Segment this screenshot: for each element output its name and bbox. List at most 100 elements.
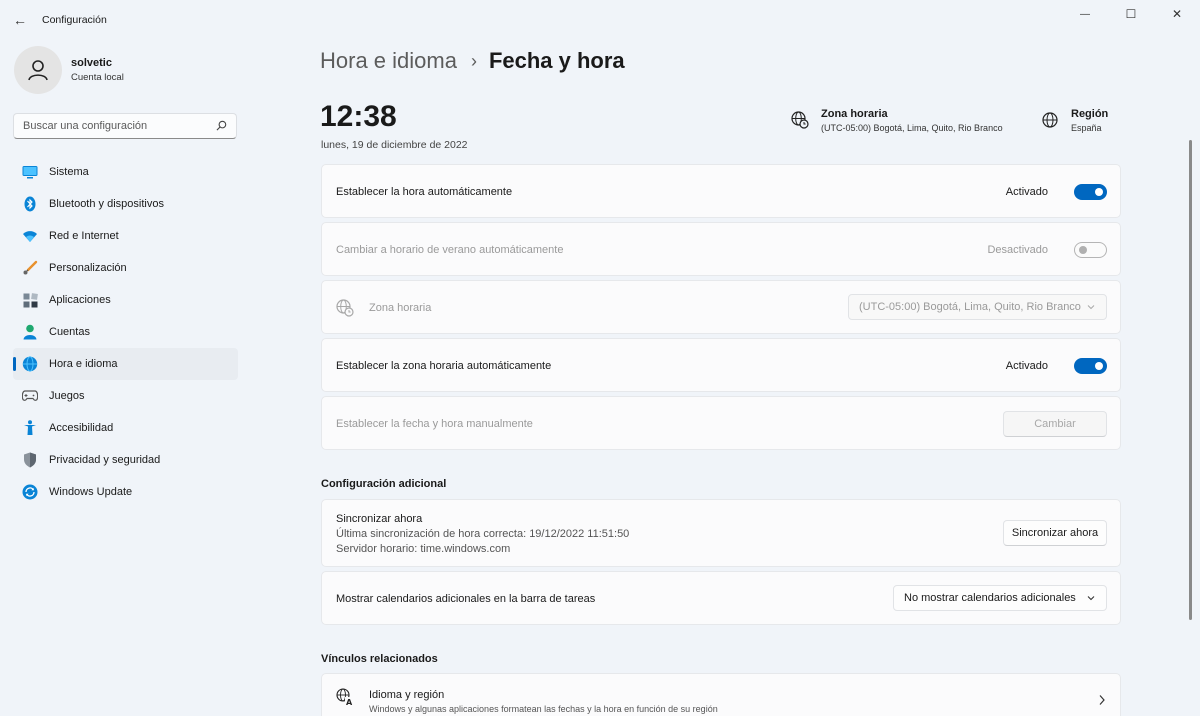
language-region-title: Idioma y región [369,689,445,701]
bluetooth-icon [22,196,38,212]
scrollbar[interactable] [1189,140,1192,620]
search-input[interactable] [23,120,213,132]
sidebar-item-label: Bluetooth y dispositivos [49,198,164,210]
window-controls: — ☐ ✕ [1062,0,1200,28]
additional-settings-heading: Configuración adicional [321,478,447,490]
auto-time-state: Activado [1005,186,1048,198]
user-icon [28,60,48,81]
manual-time-card: Establecer la fecha y hora manualmente C… [321,396,1121,450]
sidebar-item-windows-update[interactable]: Windows Update [13,476,238,508]
sidebar-item-label: Juegos [49,390,85,402]
maximize-button[interactable]: ☐ [1108,0,1154,28]
auto-time-card: Establecer la hora automáticamente Activ… [321,164,1121,218]
chevron-down-icon [1087,596,1095,601]
language-region-subtitle: Windows y algunas aplicaciones formatean… [369,704,718,714]
sync-card: Sincronizar ahora Última sincronización … [321,499,1121,567]
page-title: Fecha y hora [488,48,625,73]
sidebar-item-personalizacion[interactable]: Personalización [13,252,238,284]
auto-timezone-toggle[interactable] [1074,358,1107,374]
sync-title: Sincronizar ahora [336,513,423,525]
timezone-summary: Zona horaria (UTC-05:00) Bogotá, Lima, Q… [791,108,1003,133]
auto-time-label: Establecer la hora automáticamente [336,186,513,198]
back-arrow-icon: ← [13,12,27,28]
title-bar: ← Configuración — ☐ ✕ [0,0,1200,40]
current-date: lunes, 19 de diciembre de 2022 [321,139,468,151]
dst-toggle[interactable] [1074,242,1107,258]
sidebar-item-cuentas[interactable]: Cuentas [13,316,238,348]
auto-time-toggle[interactable] [1074,184,1107,200]
sidebar-item-privacidad[interactable]: Privacidad y seguridad [13,444,238,476]
sidebar-item-label: Red e Internet [49,230,119,242]
language-region-card[interactable]: A Idioma y región Windows y algunas apli… [321,673,1121,716]
sidebar-item-juegos[interactable]: Juegos [13,380,238,412]
calendars-card: Mostrar calendarios adicionales en la ba… [321,571,1121,625]
sidebar-item-label: Cuentas [49,326,90,338]
auto-timezone-label: Establecer la zona horaria automáticamen… [336,360,552,372]
sidebar-item-sistema[interactable]: Sistema [13,156,238,188]
manual-time-label: Establecer la fecha y hora manualmente [336,418,533,430]
sidebar-item-accesibilidad[interactable]: Accesibilidad [13,412,238,444]
timezone-dropdown[interactable]: (UTC-05:00) Bogotá, Lima, Quito, Rio Bra… [848,294,1107,320]
language-icon: A [336,688,354,706]
wifi-icon [22,228,38,244]
apps-icon [22,292,38,308]
accessibility-icon [22,420,38,436]
breadcrumb-parent-link[interactable]: Hora e idioma [320,48,457,74]
timezone-card: Zona horaria (UTC-05:00) Bogotá, Lima, Q… [321,280,1121,334]
search-icon[interactable] [216,120,227,131]
sync-server: Servidor horario: time.windows.com [336,543,511,555]
close-button[interactable]: ✕ [1154,0,1200,28]
avatar [14,46,62,94]
search-box[interactable] [13,113,237,139]
timezone-label: Zona horaria [369,302,432,314]
minimize-button[interactable]: — [1062,0,1108,28]
time-language-icon [22,356,38,372]
system-icon [22,164,38,180]
settings-window: ← Configuración — ☐ ✕ solvetic Cuenta lo… [0,0,1200,716]
region-summary-title: Región [1071,108,1109,120]
sidebar-item-label: Personalización [49,262,127,274]
sidebar-item-bluetooth[interactable]: Bluetooth y dispositivos [13,188,238,220]
accounts-icon [22,324,38,340]
brush-icon [22,260,38,276]
main-content: Hora e idioma › Fecha y hora 12:38 lunes… [250,40,1194,716]
back-button[interactable]: ← [2,4,38,36]
profile-account-type: Cuenta local [71,72,124,83]
globe-icon [1042,112,1058,128]
timezone-summary-value: (UTC-05:00) Bogotá, Lima, Quito, Rio Bra… [821,123,1003,133]
globe-clock-icon [336,299,354,317]
globe-clock-icon [791,111,809,129]
region-summary-value: España [1071,123,1102,133]
svg-text:A: A [346,698,353,706]
sidebar-item-aplicaciones[interactable]: Aplicaciones [13,284,238,316]
dst-label: Cambiar a horario de verano automáticame… [336,244,564,256]
chevron-right-icon: › [470,50,477,71]
sidebar-item-label: Hora e idioma [49,358,118,370]
update-icon [22,484,38,500]
sidebar: solvetic Cuenta local Sistema [0,40,250,716]
timezone-summary-title: Zona horaria [821,108,888,120]
maximize-icon: ☐ [1125,7,1137,21]
sidebar-item-red[interactable]: Red e Internet [13,220,238,252]
auto-timezone-card: Establecer la zona horaria automáticamen… [321,338,1121,392]
calendars-dropdown[interactable]: No mostrar calendarios adicionales [893,585,1107,611]
sidebar-item-hora-idioma[interactable]: Hora e idioma [13,348,238,380]
minimize-icon: — [1080,8,1090,20]
sync-last-time: Última sincronización de hora correcta: … [336,528,630,540]
sidebar-item-label: Privacidad y seguridad [49,454,161,466]
sidebar-item-label: Aplicaciones [49,294,111,306]
auto-timezone-state: Activado [1005,360,1048,372]
app-title: Configuración [42,14,107,26]
dst-state: Desactivado [987,244,1048,256]
chevron-down-icon [1087,305,1095,310]
sync-now-button[interactable]: Sincronizar ahora [1003,520,1107,546]
change-button[interactable]: Cambiar [1003,411,1107,437]
region-summary: Región España [1041,108,1108,133]
chevron-right-icon [1099,695,1105,705]
user-profile[interactable]: solvetic Cuenta local [14,46,124,94]
timezone-dropdown-value: (UTC-05:00) Bogotá, Lima, Quito, Rio Bra… [859,301,1081,313]
close-icon: ✕ [1171,7,1183,21]
shield-icon [22,452,38,468]
gamepad-icon [22,388,38,404]
profile-name: solvetic [71,57,112,69]
